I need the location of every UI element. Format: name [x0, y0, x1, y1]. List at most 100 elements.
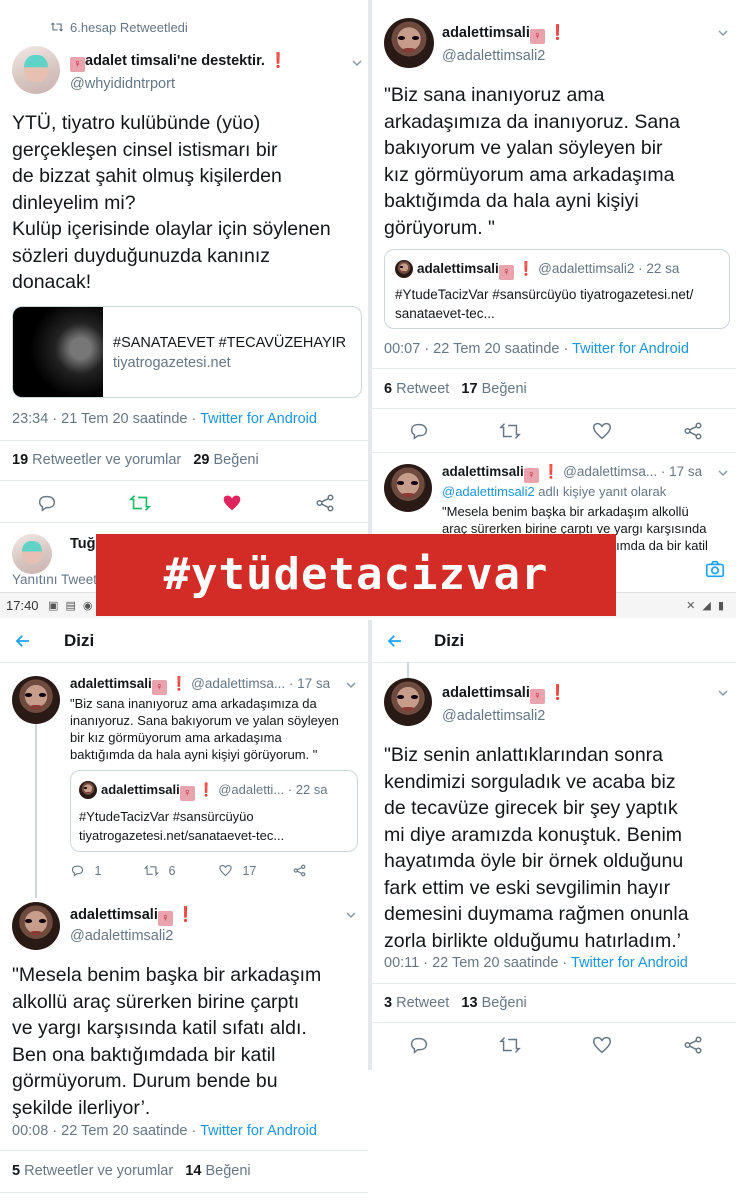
divider [372, 983, 736, 984]
tweet-stats[interactable]: 19 Retweetler ve yorumlar 29 Beğeni [12, 452, 259, 468]
author-handle[interactable]: @adalettimsali2 [442, 48, 545, 64]
action-bar [408, 420, 704, 442]
divider [0, 1192, 368, 1193]
back-arrow-icon[interactable] [14, 632, 32, 650]
retweet-icon[interactable] [499, 420, 522, 442]
avatar[interactable] [384, 464, 432, 512]
tweet-stats[interactable]: 5 Retweetler ve yorumlar 14 Beğeni [12, 1163, 251, 1179]
thread-line [407, 662, 409, 678]
share-icon[interactable] [314, 492, 336, 514]
quoted-tweet[interactable]: adalettimsali ♀ ❗ @adaletti... · 22 sa #Y… [70, 770, 358, 852]
quoted-author-name: adalettimsali [101, 782, 180, 797]
avatar[interactable] [384, 678, 432, 726]
divider [372, 1022, 736, 1023]
heart-icon [219, 864, 232, 877]
exclamation-icon: ❗ [198, 782, 215, 797]
quoted-author-name: adalettimsali [417, 261, 499, 276]
quoted-text: #YtudeTacizVar #sansürcüyüo tiyatrogazet… [395, 287, 694, 321]
reply-icon[interactable] [408, 1034, 430, 1056]
share-icon[interactable] [682, 1034, 704, 1056]
tweet-panel-top-right: adalettimsali ♀ ❗ @adalettimsali2 "Biz sa… [368, 0, 736, 550]
avatar[interactable] [12, 46, 60, 94]
link-card[interactable]: #SANATAEVET #TECAVÜZEHAYIR tiyatrogazete… [12, 306, 362, 398]
divider [0, 1150, 368, 1151]
action-bar [408, 1034, 704, 1056]
share-icon [293, 864, 306, 877]
action-bar [36, 492, 336, 514]
heart-icon[interactable] [221, 492, 243, 514]
female-sign-icon: ♀ [151, 680, 167, 695]
retweet-icon [50, 21, 64, 36]
divider [372, 662, 736, 663]
tweet-panel-top-left: 6.hesap Retweetledi ♀ adalet timsali'ne d… [0, 0, 368, 590]
back-arrow-icon[interactable] [386, 632, 404, 650]
reply-button[interactable]: 1 [70, 863, 101, 878]
quoted-tweet[interactable]: adalettimsali ♀ ❗ @adalettimsali2 · 22 sa… [384, 249, 730, 329]
like-button[interactable]: 17 [218, 863, 256, 878]
avatar[interactable] [12, 676, 60, 724]
share-button[interactable] [292, 863, 307, 878]
card-title: #SANATAEVET #TECAVÜZEHAYIR [113, 335, 347, 351]
avatar [79, 781, 97, 799]
chevron-down-icon[interactable] [718, 28, 728, 38]
notification-icons: ▣ ▤ ◉ [48, 600, 95, 612]
reply-header: adalettimsali ♀ ❗ @adalettimsa... · 17 sa [442, 464, 703, 483]
female-sign-icon: ♀ [529, 29, 545, 44]
camera-icon[interactable] [704, 558, 726, 580]
retweet-icon[interactable] [128, 492, 151, 514]
exclamation-icon: ❗ [517, 261, 535, 276]
author-handle[interactable]: @whyididntrport [70, 76, 175, 92]
author-name[interactable]: adalettimsali ♀ ❗ [442, 684, 567, 704]
author-name[interactable]: adalettimsali ♀ ❗ [70, 906, 195, 926]
quoted-author-handle: @adaletti... · 22 sa [218, 782, 328, 797]
tweet-meta: 23:34 · 21 Tem 20 saatinde · Twitter for… [12, 411, 317, 427]
tweet-stats[interactable]: 6 Retweet 17 Beğeni [384, 381, 527, 397]
heart-icon[interactable] [591, 420, 613, 442]
tweet-panel-bottom-left: Dizi adalettimsali ♀ ❗ @adalettimsa... · … [0, 620, 368, 1200]
divider [0, 662, 368, 663]
reply-icon[interactable] [36, 492, 58, 514]
tweet-header: adalettimsali ♀ ❗ @adalettimsa... · 17 sa [70, 676, 331, 695]
divider [372, 368, 736, 369]
author-handle[interactable]: @adalettimsali2 [70, 928, 173, 944]
avatar[interactable] [12, 534, 52, 574]
reply-icon[interactable] [408, 420, 430, 442]
reply-context: @adalettimsali2 adlı kişiye yanıt olarak [442, 484, 667, 499]
exclamation-icon: ❗ [548, 685, 567, 701]
chevron-down-icon[interactable] [718, 468, 728, 478]
divider [0, 522, 368, 523]
retweet-button[interactable]: 6 [143, 863, 175, 878]
card-domain: tiyatrogazetesi.net [113, 355, 231, 371]
divider [372, 408, 736, 409]
female-sign-icon: ♀ [498, 265, 514, 280]
chevron-down-icon[interactable] [352, 58, 362, 68]
tweet-stats[interactable]: 3 Retweet 13 Beğeni [384, 995, 527, 1011]
author-name[interactable]: adalettimsali ♀ ❗ [442, 24, 567, 44]
quoted-author-handle: @adalettimsali2 · 22 sa [538, 261, 680, 276]
avatar[interactable] [12, 902, 60, 950]
share-icon[interactable] [682, 420, 704, 442]
tweet-text: "Biz senin anlattıklarından sonra kendim… [384, 744, 689, 952]
status-time: 17:40 [6, 598, 39, 613]
chevron-down-icon[interactable] [718, 688, 728, 698]
tweet-meta: 00:11 · 22 Tem 20 saatinde · Twitter for… [384, 955, 688, 971]
retweet-icon[interactable] [499, 1034, 522, 1056]
tweet-text: YTÜ, tiyatro kulübünde (yüo) gerçekleşen… [12, 112, 331, 293]
tweet-text: "Mesela benim başka bir arkadaşım alkoll… [12, 964, 322, 1119]
author-handle[interactable]: @adalettimsali2 [442, 708, 545, 724]
female-sign-icon: ♀ [70, 57, 85, 72]
tweet-panel-bottom-right: Dizi adalettimsali ♀ ❗ @adalettimsali2 "B… [368, 620, 736, 1070]
tweet-meta: 00:07 · 22 Tem 20 saatinde · Twitter for… [384, 341, 689, 357]
author-name[interactable]: ♀ adalet timsali'ne destektir. ❗ [70, 52, 287, 72]
heart-icon[interactable] [591, 1034, 613, 1056]
reply-input[interactable]: Yanıtını Tweet [12, 572, 97, 587]
female-sign-icon: ♀ [179, 786, 195, 801]
exclamation-icon: ❗ [170, 676, 188, 691]
divider [0, 440, 368, 441]
chevron-down-icon[interactable] [346, 680, 356, 690]
avatar[interactable] [384, 18, 434, 68]
retweet-note[interactable]: 6.hesap Retweetledi [70, 20, 188, 35]
chevron-down-icon[interactable] [346, 910, 356, 920]
page-title: Dizi [434, 631, 465, 650]
thread-line [35, 718, 37, 898]
